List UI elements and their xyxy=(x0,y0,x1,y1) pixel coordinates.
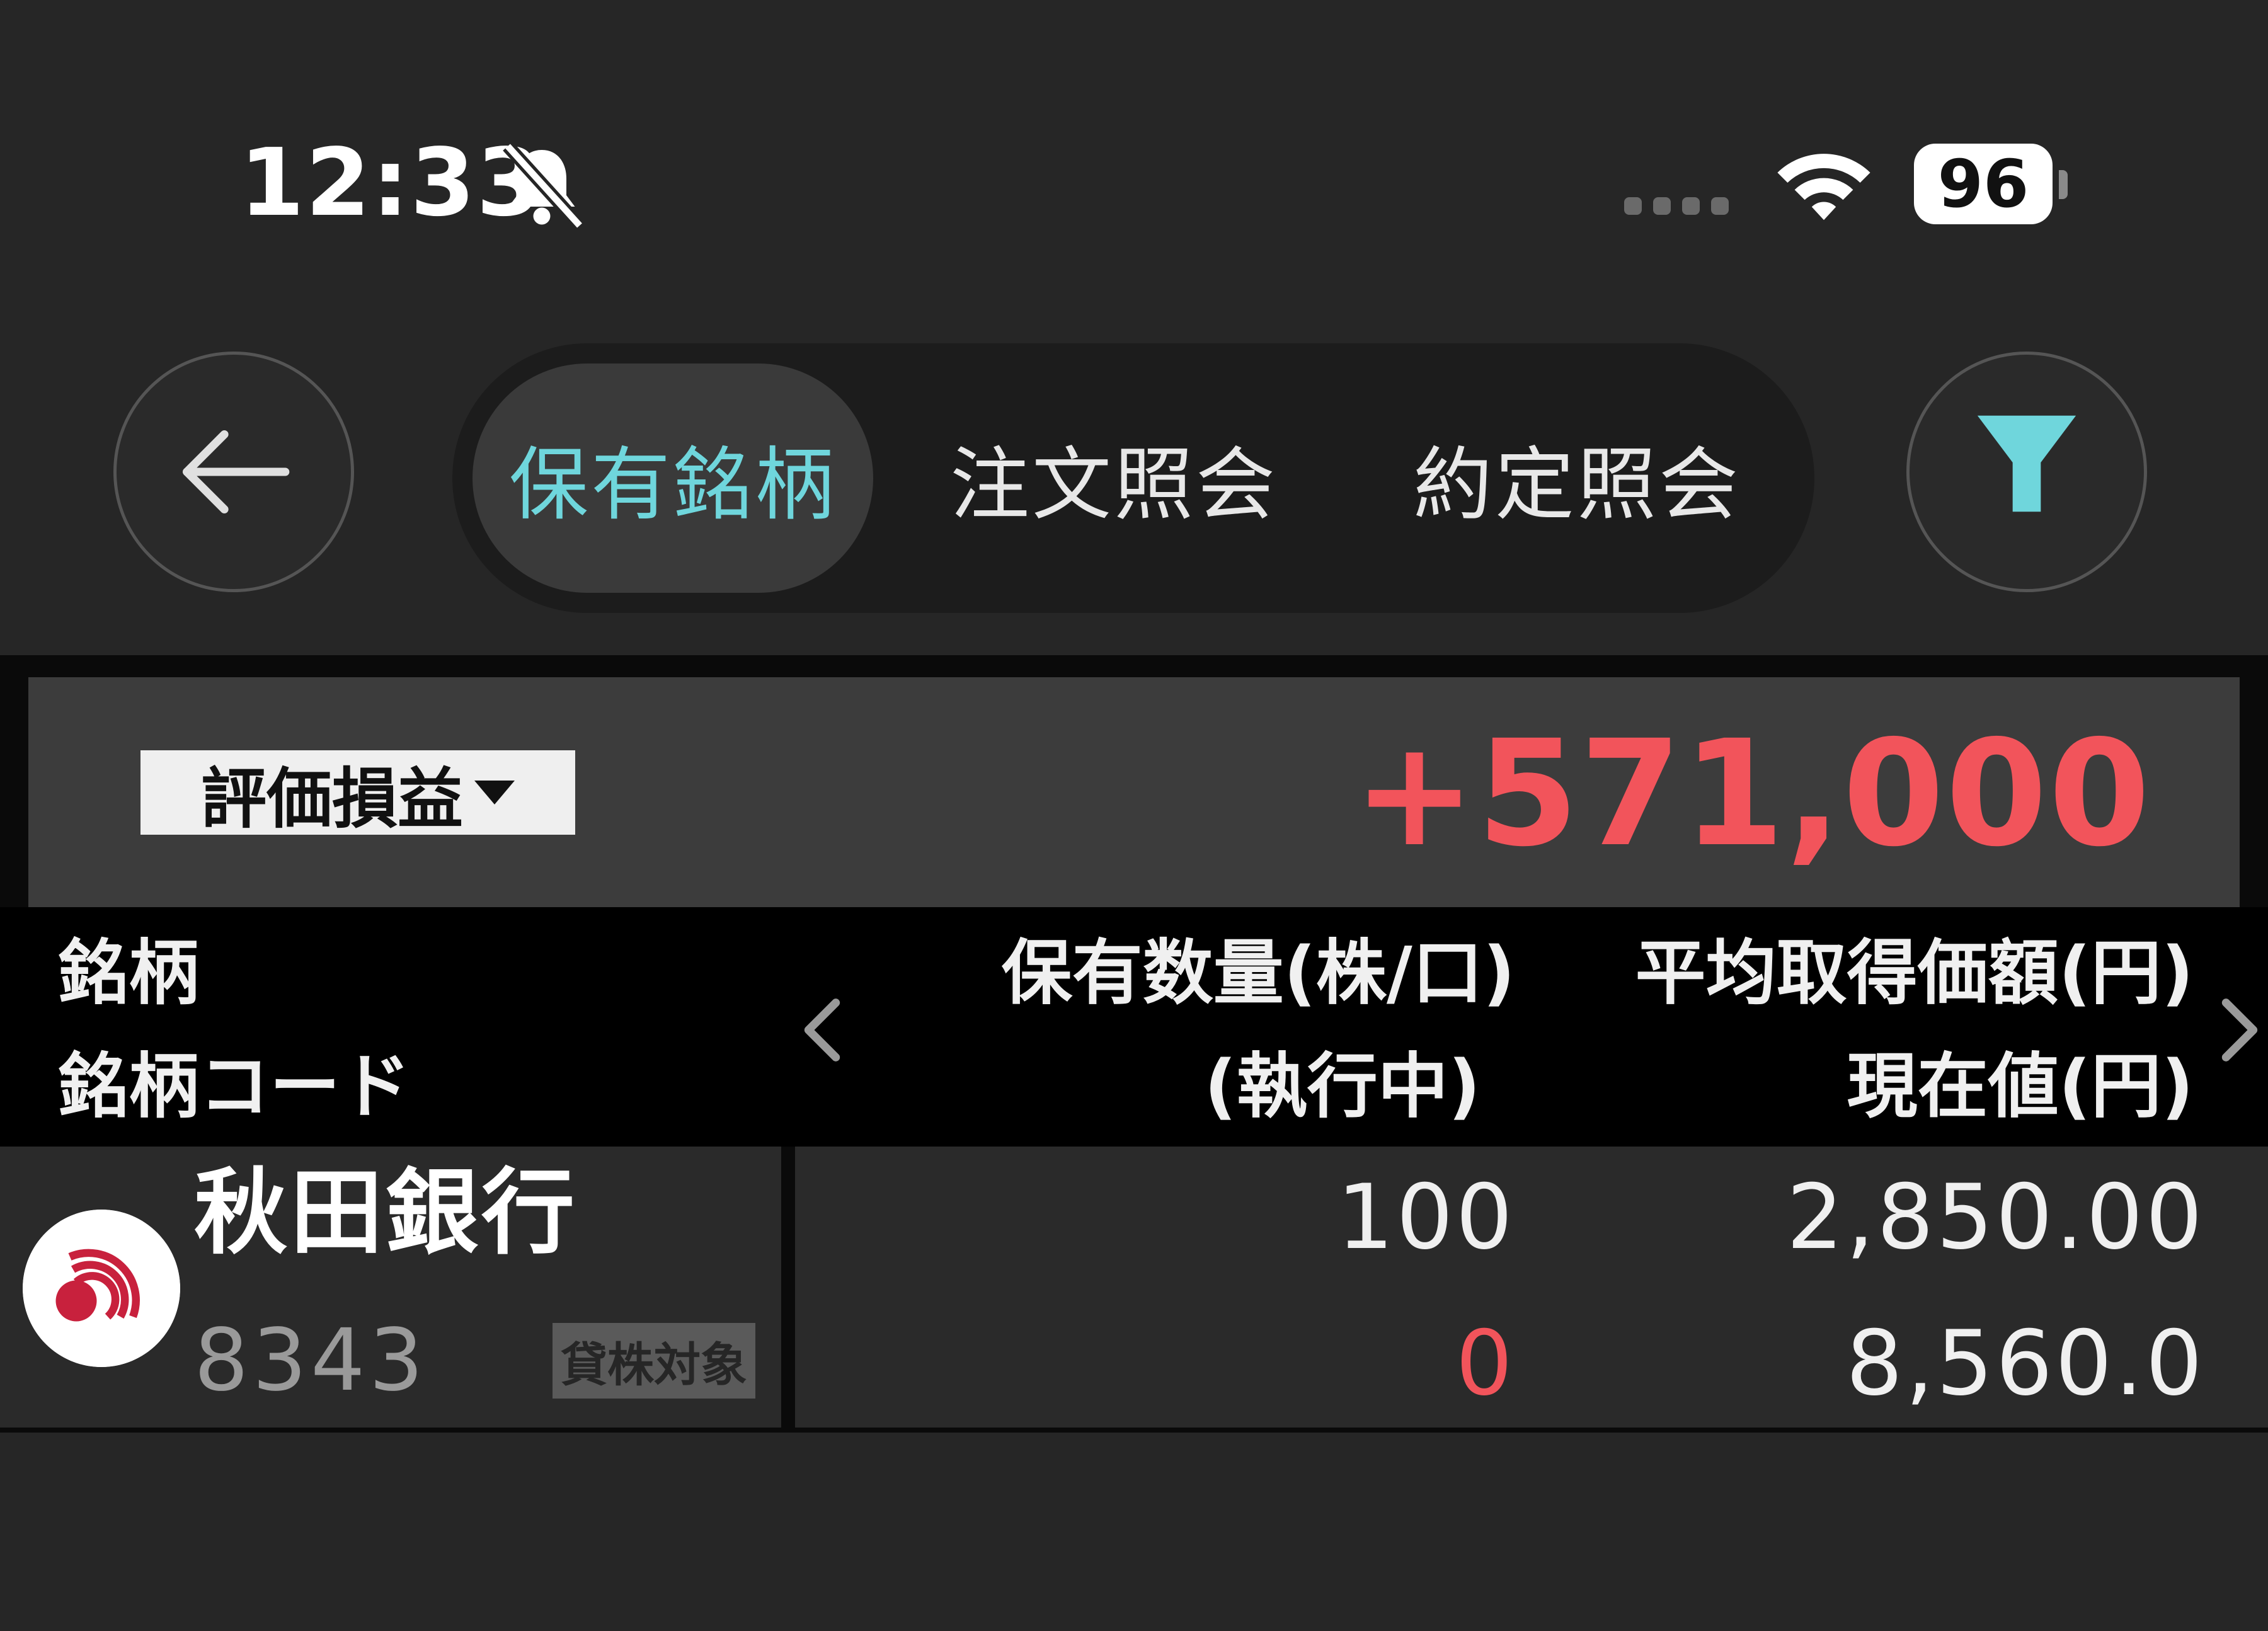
signal-dots-icon xyxy=(1624,197,1738,220)
chevron-left-icon[interactable] xyxy=(794,989,850,1071)
stock-name: 秋田銀行 xyxy=(194,1159,577,1267)
tab-holdings[interactable]: 保有銘柄 xyxy=(472,363,873,593)
battery-icon: 96 xyxy=(1914,144,2053,224)
filter-button[interactable] xyxy=(1906,352,2147,592)
stock-code: 8343 xyxy=(194,1311,428,1411)
arrow-left-icon xyxy=(183,430,290,514)
pl-summary: 評価損益 +571,000 xyxy=(28,677,2240,907)
caret-down-icon xyxy=(474,781,515,804)
header-code: 銘柄コード xyxy=(58,1046,411,1128)
total-unrealized-pl: +571,000 xyxy=(1353,709,2151,879)
tab-order-inquiry[interactable]: 注文照会 xyxy=(919,363,1309,593)
header-name: 銘柄 xyxy=(58,932,199,1014)
header-current-price: 現在値(円) xyxy=(1847,1046,2194,1128)
back-button[interactable] xyxy=(113,352,354,592)
tab-execution-inquiry[interactable]: 約定照会 xyxy=(1372,363,1782,593)
metric-label: 評価損益 xyxy=(200,760,463,837)
wifi-icon xyxy=(1777,154,1870,220)
battery-cap xyxy=(2059,170,2068,199)
metric-dropdown[interactable]: 評価損益 xyxy=(140,750,575,837)
table-header: 銘柄 銘柄コード 保有数量(株/口) (執行中) 平均取得価額(円) 現在値(円… xyxy=(0,907,2268,1147)
holding-quantity: 100 xyxy=(1336,1165,1515,1269)
segment-tabs: 保有銘柄 注文照会 約定照会 xyxy=(452,343,1814,613)
status-bar: 12:33 96 xyxy=(0,0,2268,302)
header-avg-price: 平均取得価額(円) xyxy=(1635,932,2194,1014)
average-price: 2,850.00 xyxy=(1786,1165,2205,1269)
current-price: 8,560.0 xyxy=(1846,1312,2205,1416)
bank-logo-icon xyxy=(23,1210,180,1367)
header-quantity: 保有数量(株/口) xyxy=(1001,932,1515,1014)
filter-icon xyxy=(1977,415,2076,512)
bell-off-icon xyxy=(503,141,585,231)
lending-badge: 貸株対象 xyxy=(553,1323,755,1399)
header-executing: (執行中) xyxy=(1204,1046,1480,1128)
executing-quantity: 0 xyxy=(1455,1312,1515,1416)
battery-level: 96 xyxy=(1937,146,2029,222)
column-divider xyxy=(781,1147,795,1429)
chevron-right-icon[interactable] xyxy=(2211,989,2268,1071)
row-divider xyxy=(0,1428,2268,1433)
